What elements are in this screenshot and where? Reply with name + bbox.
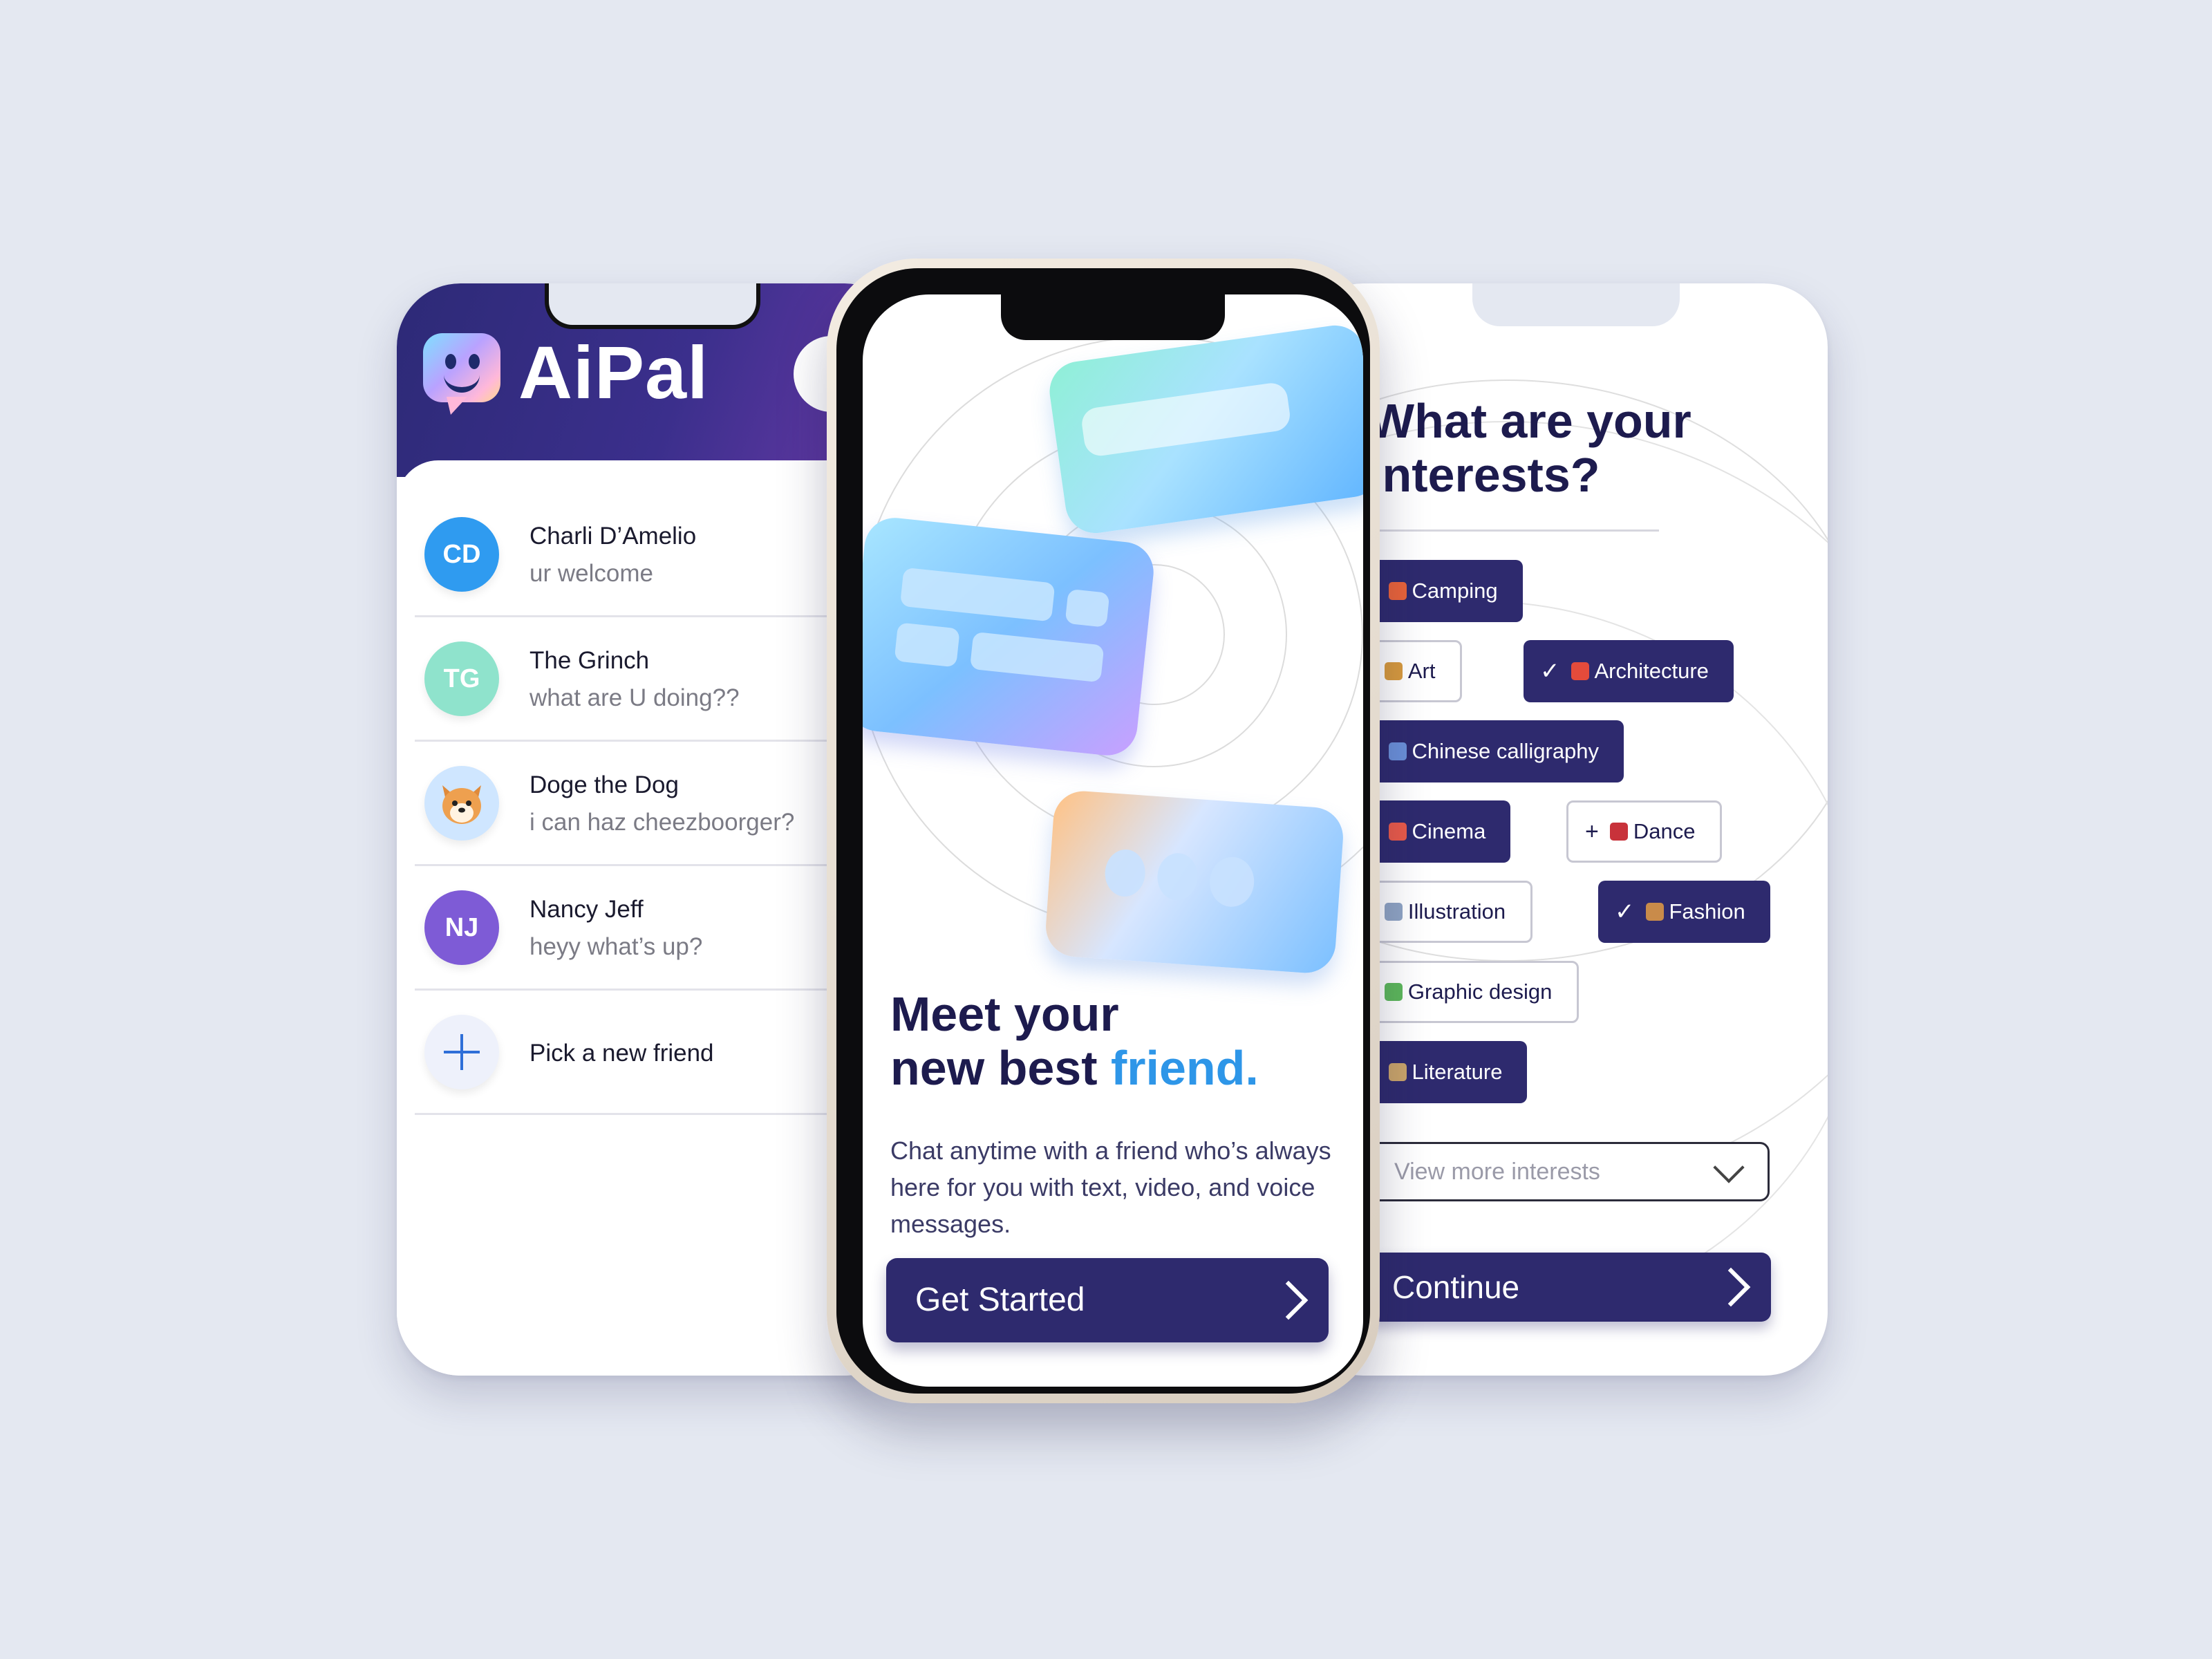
onboarding-phone: Meet your new best friend. Chat anytime … — [827, 259, 1380, 1403]
phone-bezel: Meet your new best friend. Chat anytime … — [836, 268, 1370, 1394]
headline: Meet your new best friend. — [890, 987, 1259, 1095]
chat-bubble-illustration — [863, 514, 1157, 759]
torii-gate-icon — [1571, 662, 1589, 680]
avatar: CD — [424, 517, 499, 592]
phone-notch — [1472, 283, 1680, 326]
palette-icon — [1384, 662, 1403, 680]
chevron-down-icon — [1713, 1152, 1745, 1183]
phone-notch — [1001, 294, 1225, 340]
interest-chip-architecture[interactable]: ✓ Architecture — [1524, 640, 1734, 702]
typing-bubble-illustration — [1044, 789, 1345, 975]
contact-name: The Grinch — [529, 647, 650, 674]
popcorn-icon — [1388, 823, 1407, 841]
contact-last-message: ur welcome — [529, 560, 653, 587]
avatar: NJ — [424, 890, 499, 965]
page-title: What are your interests? — [1369, 394, 1691, 502]
plus-icon: + — [1585, 818, 1599, 845]
phone-notch — [545, 283, 760, 329]
subtext: Chat anytime with a friend who’s always … — [890, 1136, 1331, 1238]
chevron-right-icon — [1268, 1280, 1309, 1320]
contact-last-message: i can haz cheezboorger? — [529, 809, 795, 836]
dog-avatar-icon — [424, 766, 499, 841]
brand-title: AiPal — [518, 330, 709, 414]
handbag-icon — [1645, 903, 1664, 921]
view-more-interests-dropdown[interactable]: View more interests — [1369, 1142, 1770, 1201]
contact-name: Nancy Jeff — [529, 896, 644, 923]
interest-chip-fashion[interactable]: ✓ Fashion — [1598, 881, 1770, 943]
contact-name: Charli D’Amelio — [529, 523, 697, 550]
contact-last-message: what are U doing?? — [529, 684, 740, 711]
check-icon: ✓ — [1540, 658, 1560, 684]
contact-row[interactable]: TG The Grinch what are U doing?? — [415, 615, 892, 742]
divider — [1369, 529, 1659, 532]
dancer-icon — [1609, 823, 1628, 841]
tent-icon — [1388, 582, 1407, 600]
pick-new-friend-button[interactable]: Pick a new friend — [415, 988, 892, 1115]
avatar: TG — [424, 641, 499, 716]
check-icon: ✓ — [1615, 899, 1635, 925]
framed-picture-icon — [1384, 983, 1403, 1001]
interest-chip-chinese-calligraphy[interactable]: ✓ Chinese calligraphy — [1341, 720, 1624, 782]
plus-icon — [424, 1015, 499, 1089]
scroll-icon — [1388, 1063, 1407, 1081]
contact-row[interactable]: Doge the Dog i can haz cheezboorger? — [415, 740, 892, 866]
welcome-screen: Meet your new best friend. Chat anytime … — [863, 294, 1363, 1387]
interest-chip-dance[interactable]: + Dance — [1566, 800, 1723, 863]
triangle-ruler-icon — [1384, 903, 1403, 921]
contact-row[interactable]: NJ Nancy Jeff heyy what’s up? — [415, 864, 892, 991]
chevron-right-icon — [1711, 1267, 1751, 1307]
contact-name: Doge the Dog — [529, 771, 679, 798]
contact-row[interactable]: CD Charli D’Amelio ur welcome — [415, 491, 892, 617]
brush-icon — [1388, 742, 1407, 760]
continue-button[interactable]: Continue — [1369, 1253, 1771, 1322]
pick-new-friend-label: Pick a new friend — [529, 1040, 714, 1067]
aipal-logo-icon — [423, 333, 500, 415]
contact-last-message: heyy what’s up? — [529, 933, 703, 960]
get-started-button[interactable]: Get Started — [886, 1258, 1329, 1342]
